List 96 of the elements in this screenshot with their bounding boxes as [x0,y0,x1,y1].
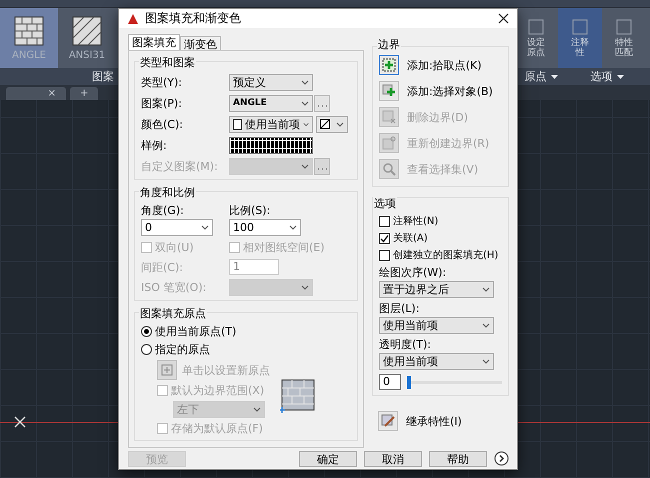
boundary-button[interactable] [379,55,399,76]
field-label: 比例(S): [229,203,272,218]
pattern-label: ANGLE [12,50,46,60]
field-label: 绘图次序(W): [379,265,448,280]
button-label: 删除边界(D) [407,110,468,125]
caret-icon [550,74,558,78]
expand-icon[interactable] [494,451,509,466]
crosshair-icon [161,364,173,376]
rotation-dropdown[interactable]: 0 [141,219,213,236]
panel-label[interactable]: 原点 [524,69,546,84]
caret-icon [302,122,309,127]
dropdown[interactable]: 使用当前项 [229,116,313,133]
button-label: 添加:拾取点(K) [407,58,482,73]
draw-order-dropdown[interactable]: 置于边界之后 [379,281,494,298]
brush-icon [381,414,395,428]
panel-label[interactable]: 选项 [590,69,612,84]
radio-button[interactable] [141,326,152,338]
browse-button[interactable] [314,158,330,175]
close-icon[interactable] [498,13,509,24]
ribbon-tool[interactable]: 特性匹配 [602,8,646,68]
caret-icon [301,80,309,85]
plus-icon [382,84,396,98]
dropdown[interactable]: 预定义 [229,74,313,91]
recreate-icon [382,136,396,150]
field-label: 透明度(T): [379,337,432,352]
slider-thumb[interactable] [407,376,411,389]
document-tab[interactable]: × [6,87,66,100]
field-label: 图层(L): [379,301,420,316]
button-label: 添加:选择对象(B) [407,84,493,99]
field-label: 间距(C): [141,260,183,275]
ucs-icon [14,416,26,428]
field-label: ISO 笔宽(O): [141,280,206,295]
checkbox[interactable]: 注释性(N) [379,214,502,228]
group-title: 边界 [377,37,401,52]
group-title: 图案填充原点 [139,306,207,322]
tool-icon [615,18,633,36]
inherit-button[interactable] [378,411,398,432]
checkbox[interactable]: 创建独立的图案填充(H) [379,248,502,262]
tool-icon [571,18,589,36]
transparency-field[interactable]: 0 [379,374,401,390]
dropdown[interactable]: ANGLE [229,94,313,112]
button-label: 继承特性(I) [406,414,462,429]
layer-dropdown[interactable]: 使用当前项 [379,317,494,334]
tool-icon [527,18,545,36]
check-icon [380,234,389,243]
ribbon-tool[interactable]: 注释性 [558,8,602,68]
window-title: 图案填充和渐变色 [145,10,242,28]
panel-label: 图案 [92,69,114,84]
transparency-dropdown[interactable]: 使用当前项 [379,353,494,370]
no-fill-icon [320,119,330,130]
caret-icon [301,100,309,106]
group-title: 类型和图案 [139,55,196,70]
tab[interactable]: 渐变色 [180,36,221,50]
caret-icon [616,74,624,78]
caret-icon [336,122,344,127]
field-label: 颜色(C): [141,116,184,132]
brick-pattern-icon [14,16,44,46]
remove-icon [382,110,396,124]
caret-icon [482,359,490,364]
ribbon-tool[interactable]: 设定原点 [514,8,558,68]
dialog-button[interactable]: 取消 [364,450,422,467]
caret-icon [301,164,309,169]
checkbox[interactable]: 关联(A) [379,231,502,246]
plus-icon [382,58,396,72]
caret-icon [253,407,261,412]
set-origin-button[interactable] [157,360,177,380]
origin-preview-drawing [280,378,316,414]
new-tab-button[interactable]: + [70,87,98,100]
pattern-swatch[interactable] [229,136,313,154]
caret-icon [289,225,297,230]
caret-icon [482,323,490,328]
dialog-button[interactable]: 确定 [299,450,357,467]
caret-icon [301,284,309,290]
hatch-pattern-icon [72,16,102,46]
app-icon [127,12,139,25]
scale-dropdown[interactable]: 100 [229,219,301,236]
button-label: 重新创建边界(R) [407,136,490,151]
field-label: 样例: [141,138,168,153]
field-label: 角度(G): [141,203,185,218]
search-icon [382,162,396,176]
field-label: 自定义图案(M): [141,158,219,174]
dialog-button[interactable]: 帮助 [429,450,487,467]
tab[interactable]: 图案填充 [128,34,180,50]
caret-icon [482,287,490,292]
field-label: 类型(Y): [141,74,184,90]
button-label: 查看选择集(V) [407,162,478,177]
radio-button[interactable] [141,344,152,356]
group-title: 角度和比例 [139,185,196,200]
background-color-dropdown[interactable] [316,116,348,133]
radio-label[interactable]: 指定的原点 [141,342,351,358]
pattern-label: ANSI31 [68,50,106,60]
group-title: 选项 [373,196,397,212]
caret-icon [201,225,209,230]
radio-label[interactable]: 使用当前原点(T) [141,324,351,340]
option-label: 单击以设置新原点 [182,362,270,378]
field-label: 图案(P): [141,96,183,111]
